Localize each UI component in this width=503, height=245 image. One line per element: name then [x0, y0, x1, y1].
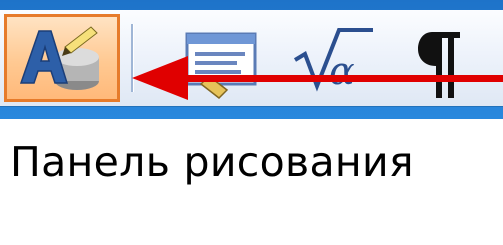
- equation-button[interactable]: α: [281, 14, 381, 102]
- toolbar-separator: [131, 24, 133, 92]
- drawing-panel-caption: Панель рисования: [10, 138, 414, 186]
- standard-toolbar: α: [0, 10, 503, 106]
- svg-text:α: α: [329, 49, 355, 93]
- show-formatting-button[interactable]: [412, 14, 472, 102]
- pilcrow-icon: [418, 32, 460, 98]
- text-frame-button[interactable]: [165, 14, 275, 102]
- drawing-icon: [19, 26, 99, 90]
- text-frame-icon: [185, 32, 257, 99]
- drawing-toolbar-button[interactable]: [4, 14, 120, 102]
- equation-icon: α: [293, 28, 373, 93]
